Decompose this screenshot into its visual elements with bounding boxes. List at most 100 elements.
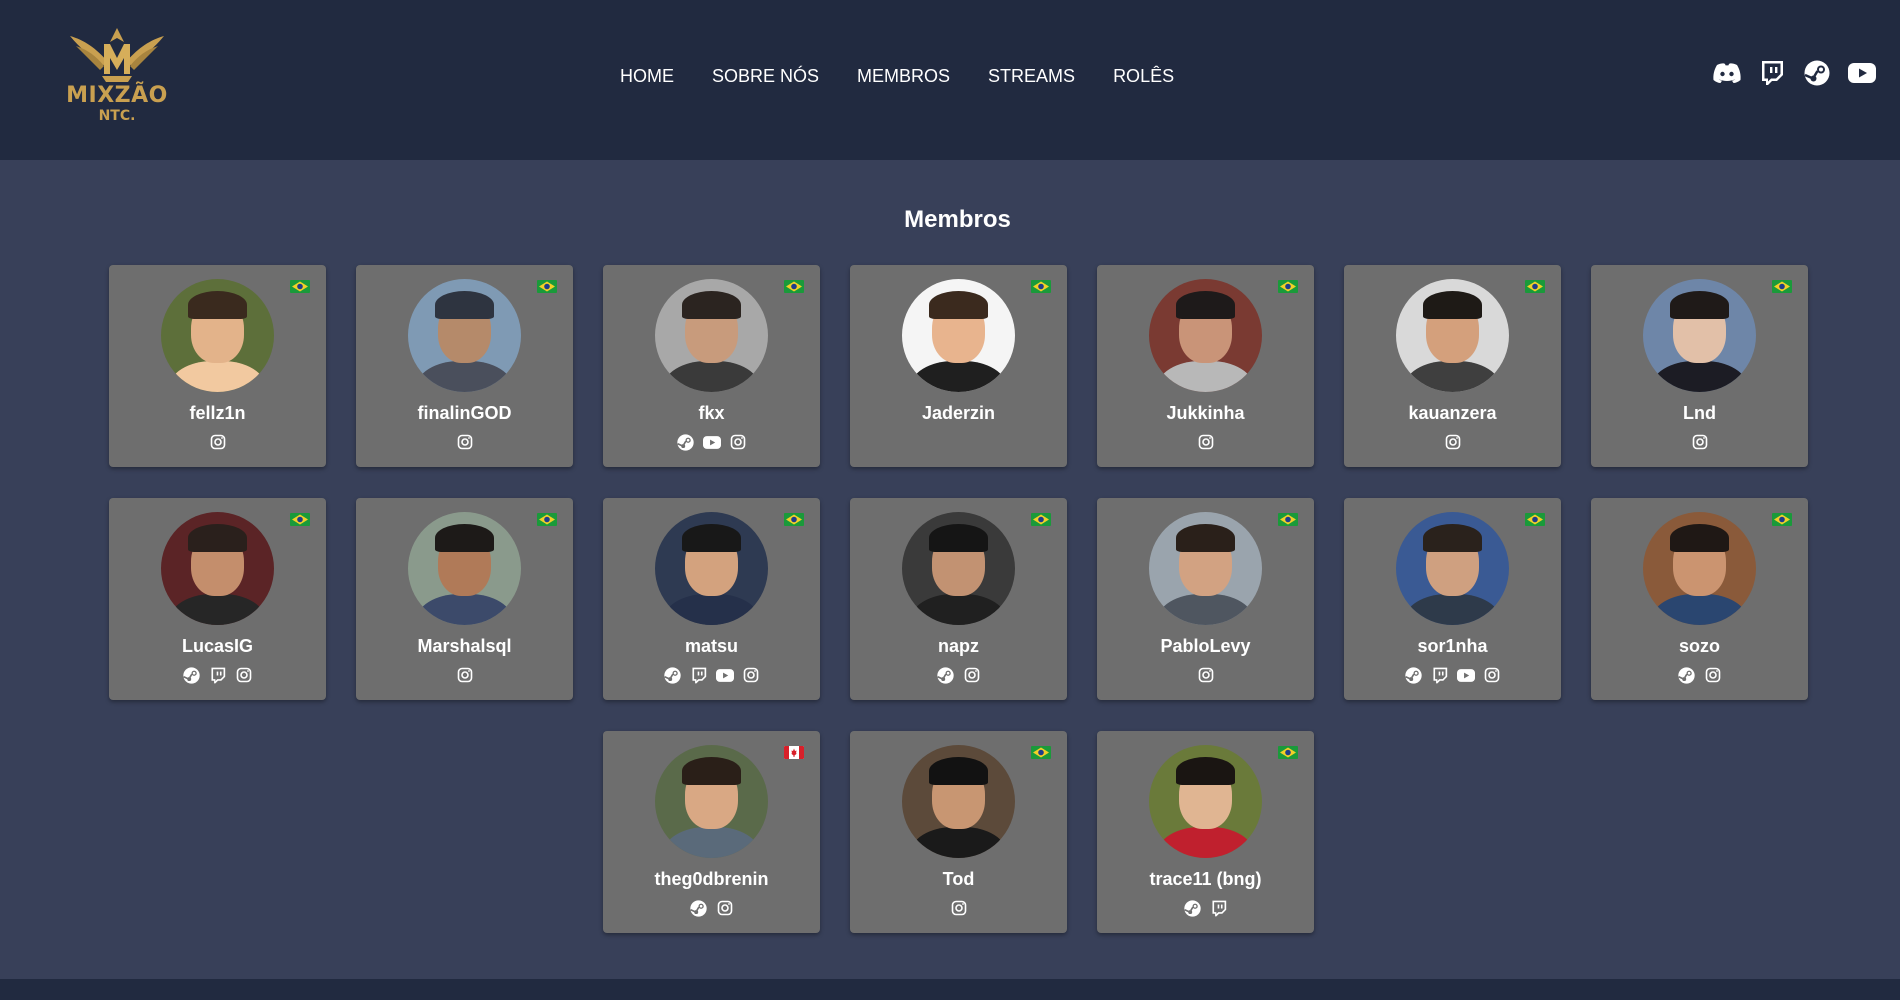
member-name: trace11 (bng) — [1149, 869, 1262, 889]
member-card[interactable]: Jaderzin — [850, 265, 1067, 467]
flag-br-icon — [784, 513, 804, 526]
member-links — [109, 666, 326, 684]
twitch-icon[interactable] — [690, 666, 708, 684]
member-avatar — [902, 512, 1015, 625]
member-name: Jaderzin — [921, 403, 996, 423]
member-links — [1097, 433, 1314, 451]
steam-icon[interactable] — [1678, 666, 1696, 684]
social-links — [1697, 58, 1877, 88]
nav-membros[interactable]: MEMBROS — [857, 62, 950, 90]
member-card[interactable]: Marshalsql — [356, 498, 573, 700]
instagram-icon[interactable] — [716, 899, 734, 917]
member-card[interactable]: matsu — [603, 498, 820, 700]
member-card[interactable]: theg0dbrenin — [603, 731, 820, 933]
member-name: sozo — [1678, 636, 1720, 656]
member-card[interactable]: sor1nha — [1344, 498, 1561, 700]
youtube-icon[interactable] — [1847, 58, 1877, 88]
member-avatar — [408, 279, 521, 392]
member-name: Lnd — [1683, 403, 1716, 423]
member-card[interactable]: kauanzera — [1344, 265, 1561, 467]
member-card[interactable]: fkx — [603, 265, 820, 467]
instagram-icon[interactable] — [1197, 433, 1215, 451]
flag-br-icon — [1278, 280, 1298, 293]
member-links — [109, 433, 326, 451]
instagram-icon[interactable] — [742, 666, 760, 684]
member-avatar — [902, 279, 1015, 392]
member-card[interactable]: trace11 (bng) — [1097, 731, 1314, 933]
instagram-icon[interactable] — [950, 899, 968, 917]
steam-icon[interactable] — [1802, 58, 1832, 88]
member-card[interactable]: Jukkinha — [1097, 265, 1314, 467]
logo-emblem-icon — [70, 28, 164, 82]
twitch-icon[interactable] — [209, 666, 227, 684]
flag-br-icon — [1031, 513, 1051, 526]
flag-br-icon — [1031, 746, 1051, 759]
member-avatar — [1149, 279, 1262, 392]
site-logo[interactable]: MIXZÃO NTC. — [62, 22, 172, 128]
twitch-icon[interactable] — [1210, 899, 1228, 917]
member-links — [850, 899, 1067, 917]
member-card[interactable]: LucasIG — [109, 498, 326, 700]
nav-roles[interactable]: ROLÊS — [1113, 62, 1174, 90]
member-avatar — [655, 279, 768, 392]
member-card[interactable]: fellz1n — [109, 265, 326, 467]
flag-br-icon — [1278, 513, 1298, 526]
member-avatar — [1396, 279, 1509, 392]
flag-br-icon — [290, 280, 310, 293]
member-name: Marshalsql — [417, 636, 512, 656]
instagram-icon[interactable] — [1444, 433, 1462, 451]
member-name: napz — [937, 636, 979, 656]
member-links — [1344, 666, 1561, 684]
member-card[interactable]: sozo — [1591, 498, 1808, 700]
steam-icon[interactable] — [1184, 899, 1202, 917]
member-links — [1591, 433, 1808, 451]
instagram-icon[interactable] — [1691, 433, 1709, 451]
member-card[interactable]: PabloLevy — [1097, 498, 1314, 700]
instagram-icon[interactable] — [1704, 666, 1722, 684]
steam-icon[interactable] — [664, 666, 682, 684]
flag-ca-icon — [784, 746, 804, 759]
member-links — [603, 666, 820, 684]
steam-icon[interactable] — [1405, 666, 1423, 684]
flag-br-icon — [1278, 746, 1298, 759]
nav-home[interactable]: HOME — [620, 62, 674, 90]
member-name: PabloLevy — [1160, 636, 1251, 656]
logo-text: MIXZÃO — [66, 83, 168, 108]
twitch-icon[interactable] — [1431, 666, 1449, 684]
instagram-icon[interactable] — [963, 666, 981, 684]
youtube-icon[interactable] — [715, 666, 734, 684]
member-name: Tod — [942, 869, 975, 889]
discord-icon[interactable] — [1712, 58, 1742, 88]
instagram-icon[interactable] — [1483, 666, 1501, 684]
instagram-icon[interactable] — [1197, 666, 1215, 684]
twitch-icon[interactable] — [1757, 58, 1787, 88]
instagram-icon[interactable] — [729, 433, 747, 451]
nav-sobre-nos[interactable]: SOBRE NÓS — [712, 62, 819, 90]
instagram-icon[interactable] — [235, 666, 253, 684]
steam-icon[interactable] — [183, 666, 201, 684]
member-avatar — [1643, 279, 1756, 392]
member-avatar — [161, 279, 274, 392]
member-avatar — [1643, 512, 1756, 625]
member-avatar — [161, 512, 274, 625]
main-nav: HOME SOBRE NÓS MEMBROS STREAMS ROLÊS — [620, 62, 1212, 90]
instagram-icon[interactable] — [456, 666, 474, 684]
member-card[interactable]: Lnd — [1591, 265, 1808, 467]
member-card[interactable]: Tod — [850, 731, 1067, 933]
youtube-icon[interactable] — [1456, 666, 1475, 684]
instagram-icon[interactable] — [209, 433, 227, 451]
nav-streams[interactable]: STREAMS — [988, 62, 1075, 90]
member-card[interactable]: napz — [850, 498, 1067, 700]
member-card[interactable]: finalinGOD — [356, 265, 573, 467]
site-footer — [0, 979, 1900, 1000]
flag-br-icon — [537, 280, 557, 293]
flag-br-icon — [1525, 280, 1545, 293]
site-header: MIXZÃO NTC. HOME SOBRE NÓS MEMBROS STREA… — [0, 0, 1900, 160]
steam-icon[interactable] — [937, 666, 955, 684]
youtube-icon[interactable] — [702, 433, 721, 451]
instagram-icon[interactable] — [456, 433, 474, 451]
flag-br-icon — [537, 513, 557, 526]
steam-icon[interactable] — [690, 899, 708, 917]
steam-icon[interactable] — [677, 433, 695, 451]
member-links — [356, 433, 573, 451]
